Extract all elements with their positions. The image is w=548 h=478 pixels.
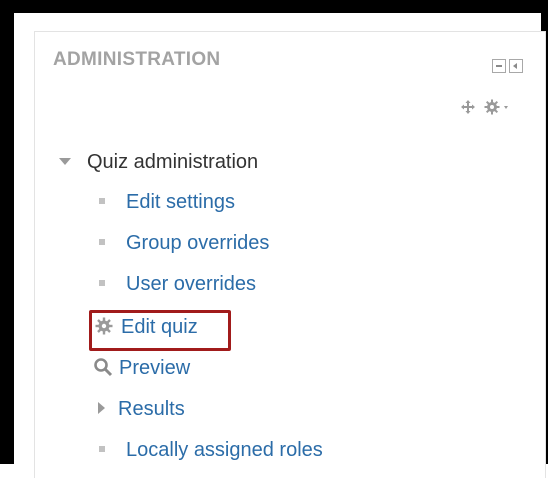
tree-item-edit-settings[interactable]: Edit settings bbox=[96, 190, 235, 214]
bullet-icon bbox=[99, 239, 105, 246]
administration-block: ADMINISTRATION Quiz administration Edit … bbox=[34, 31, 546, 478]
magnifier-icon bbox=[94, 358, 113, 377]
tree-item-label[interactable]: Locally assigned roles bbox=[126, 439, 323, 461]
block-title: ADMINISTRATION bbox=[53, 49, 221, 70]
dock-block-button[interactable] bbox=[509, 59, 523, 73]
gear-icon bbox=[484, 99, 500, 115]
caret-down-icon bbox=[59, 157, 71, 165]
tree-root-label: Quiz administration bbox=[87, 151, 259, 173]
tree-item-label[interactable]: User overrides bbox=[126, 273, 256, 295]
screenshot-frame: ADMINISTRATION Quiz administration Edit … bbox=[0, 0, 548, 478]
tree-item-label[interactable]: Results bbox=[118, 398, 185, 420]
tree-root-quiz-administration[interactable]: Quiz administration bbox=[59, 150, 258, 174]
tree-item-user-overrides[interactable]: User overrides bbox=[96, 272, 256, 296]
block-actions-menu[interactable] bbox=[483, 98, 523, 116]
bullet-icon bbox=[99, 280, 105, 287]
tree-item-label[interactable]: Preview bbox=[119, 357, 190, 379]
move-icon[interactable] bbox=[460, 99, 476, 115]
bullet-icon bbox=[99, 446, 105, 453]
highlight-box bbox=[89, 310, 231, 351]
tree-item-results[interactable]: Results bbox=[96, 397, 185, 421]
tree-item-label[interactable]: Edit settings bbox=[126, 191, 235, 213]
minimize-block-button[interactable] bbox=[492, 59, 506, 73]
bullet-icon bbox=[99, 198, 105, 205]
tree-item-group-overrides[interactable]: Group overrides bbox=[96, 231, 269, 255]
caret-right-icon[interactable] bbox=[98, 402, 105, 415]
tree-item-preview[interactable]: Preview bbox=[93, 356, 190, 380]
tree-item-locally-assigned-roles[interactable]: Locally assigned roles bbox=[96, 438, 323, 462]
tree-item-label[interactable]: Group overrides bbox=[126, 232, 269, 254]
chevron-down-icon bbox=[504, 106, 508, 109]
